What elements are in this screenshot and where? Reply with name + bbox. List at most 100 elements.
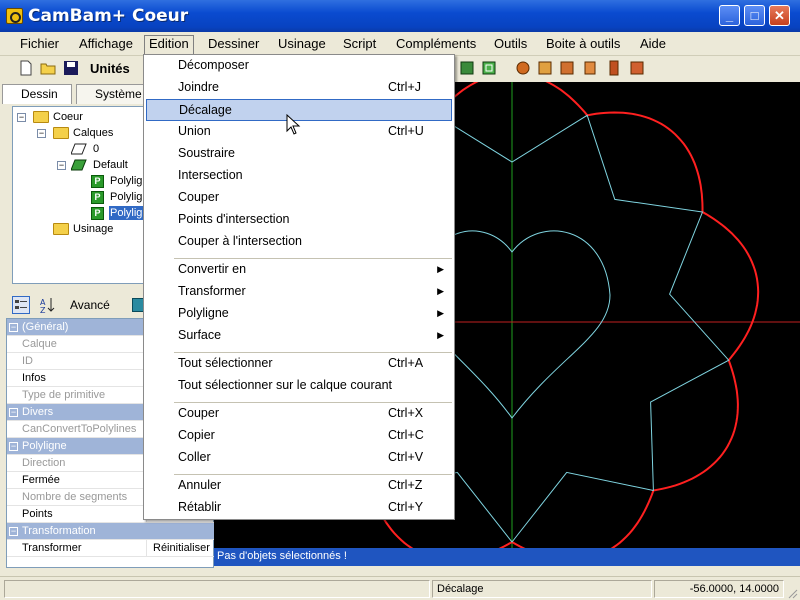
- tab-dessin[interactable]: Dessin: [2, 84, 72, 104]
- menu-item-label: Points d'intersection: [178, 212, 290, 226]
- collapse-category-icon[interactable]: −: [9, 527, 18, 536]
- menu-boite-a-outils[interactable]: Boite à outils: [542, 36, 624, 54]
- menu-item[interactable]: Annuler Ctrl+Z: [146, 475, 452, 497]
- machining-op-icon-2[interactable]: [537, 60, 553, 76]
- polyline-icon: P: [91, 207, 104, 220]
- tab-dessin-label: Dessin: [21, 87, 58, 101]
- close-button[interactable]: ✕: [769, 5, 790, 26]
- menu-item[interactable]: Transformer ▶: [146, 281, 452, 303]
- menu-item-label: Union: [178, 124, 211, 138]
- property-category[interactable]: − Transformation: [7, 523, 215, 540]
- polyline-icon: P: [91, 191, 104, 204]
- menu-outils[interactable]: Outils: [490, 36, 531, 54]
- tree-node-calques[interactable]: Calques: [73, 126, 113, 140]
- menu-fichier[interactable]: Fichier: [16, 36, 63, 54]
- collapse-category-icon[interactable]: −: [9, 442, 18, 451]
- menu-aide[interactable]: Aide: [636, 36, 670, 54]
- maximize-button[interactable]: □: [744, 5, 765, 26]
- menu-item-label: Convertir en: [178, 262, 247, 276]
- menu-item-shortcut: Ctrl+V: [388, 450, 424, 464]
- menu-usinage[interactable]: Usinage: [274, 36, 330, 54]
- menu-affichage[interactable]: Affichage: [75, 36, 137, 54]
- property-name: Type de primitive: [21, 387, 147, 404]
- menu-item-label: Surface: [178, 328, 222, 342]
- units-label[interactable]: Unités: [90, 61, 130, 76]
- menu-item-label: Intersection: [178, 168, 243, 182]
- tree-node-layer-0[interactable]: 0: [93, 142, 99, 156]
- menu-item[interactable]: Tout sélectionner sur le calque courant: [146, 375, 452, 397]
- menu-item[interactable]: Soustraire: [146, 143, 452, 165]
- window-title: CamBam+ Coeur: [28, 6, 189, 26]
- menu-item[interactable]: Convertir en ▶: [146, 259, 452, 281]
- menu-item-label: Tout sélectionner sur le calque courant: [178, 378, 393, 392]
- menu-item[interactable]: Points d'intersection: [146, 209, 452, 231]
- menu-item[interactable]: Décomposer: [146, 55, 452, 77]
- cambam-app-icon[interactable]: [6, 8, 23, 24]
- tree-node-polyline-selected[interactable]: Polylig: [109, 206, 144, 220]
- property-name: CanConvertToPolylines: [21, 421, 147, 438]
- advanced-button[interactable]: Avancé: [70, 298, 110, 312]
- menu-item[interactable]: Couper à l'intersection: [146, 231, 452, 253]
- menu-item[interactable]: Intersection: [146, 165, 452, 187]
- menu-item-label: Soustraire: [178, 146, 235, 160]
- menu-item[interactable]: Joindre Ctrl+J: [146, 77, 452, 99]
- menu-item[interactable]: Tout sélectionner Ctrl+A: [146, 353, 452, 375]
- collapse-calques-icon[interactable]: −: [37, 129, 46, 138]
- categorized-view-icon[interactable]: [12, 296, 30, 314]
- collapse-root-icon[interactable]: −: [17, 113, 26, 122]
- view-box-icon[interactable]: [459, 60, 475, 76]
- resize-grip-icon[interactable]: [786, 587, 798, 599]
- polyline-icon: P: [91, 175, 104, 188]
- layer-active-icon: [71, 159, 87, 171]
- collapse-default-icon[interactable]: −: [57, 161, 66, 170]
- collapse-category-icon[interactable]: −: [9, 323, 18, 332]
- tree-node-polyline[interactable]: Polylig: [110, 190, 142, 204]
- menu-item[interactable]: Polyligne ▶: [146, 303, 452, 325]
- machining-op-icon-4[interactable]: [582, 60, 598, 76]
- menu-item[interactable]: Copier Ctrl+C: [146, 425, 452, 447]
- menu-item-label: Tout sélectionner: [178, 356, 273, 370]
- machining-op-icon-3[interactable]: [559, 60, 575, 76]
- menu-script[interactable]: Script: [339, 36, 380, 54]
- collapse-category-icon[interactable]: −: [9, 408, 18, 417]
- machining-op-icon-6[interactable]: [629, 60, 645, 76]
- property-name: Infos: [21, 370, 147, 387]
- tree-node-default[interactable]: Default: [93, 158, 128, 172]
- property-name: (Général): [22, 321, 69, 333]
- tree-node-coeur[interactable]: Coeur: [53, 110, 83, 124]
- minimize-button[interactable]: _: [719, 5, 740, 26]
- property-name: Fermée: [21, 472, 147, 489]
- tab-systeme[interactable]: Système: [76, 84, 146, 104]
- machining-op-icon-5[interactable]: [606, 60, 622, 76]
- title-bar: CamBam+ Coeur _ □ ✕: [0, 0, 800, 32]
- save-icon[interactable]: [63, 60, 79, 76]
- layer-icon: [71, 143, 87, 155]
- menu-item[interactable]: Surface ▶: [146, 325, 452, 347]
- tree-node-usinage[interactable]: Usinage: [73, 222, 113, 236]
- menu-item-shortcut: Ctrl+U: [388, 124, 424, 138]
- menu-item[interactable]: Couper: [146, 187, 452, 209]
- property-name: Calque: [21, 336, 147, 353]
- property-name: Polyligne: [22, 440, 67, 452]
- machining-op-icon-1[interactable]: [515, 60, 531, 76]
- property-value[interactable]: Réinitialiser: [153, 540, 215, 556]
- view-3d-icon[interactable]: [481, 60, 497, 76]
- property-name: ID: [21, 353, 147, 370]
- menu-item-shortcut: Ctrl+Y: [388, 500, 424, 514]
- submenu-arrow-icon: ▶: [437, 264, 444, 274]
- open-folder-icon[interactable]: [40, 60, 56, 76]
- menu-item-shortcut: Ctrl+A: [388, 356, 424, 370]
- property-row[interactable]: Transformer Réinitialiser: [7, 540, 215, 557]
- menu-item-label: Joindre: [178, 80, 219, 94]
- menu-complements[interactable]: Compléments: [392, 36, 480, 54]
- new-file-icon[interactable]: [18, 60, 34, 76]
- sort-alphabetical-icon[interactable]: AZ: [38, 296, 56, 314]
- menu-item[interactable]: Coller Ctrl+V: [146, 447, 452, 469]
- mouse-cursor-icon: [286, 114, 301, 135]
- menu-item[interactable]: Couper Ctrl+X: [146, 403, 452, 425]
- submenu-arrow-icon: ▶: [437, 330, 444, 340]
- menu-item[interactable]: Rétablir Ctrl+Y: [146, 497, 452, 519]
- tree-node-polyline[interactable]: Polylig: [110, 174, 142, 188]
- menu-dessiner[interactable]: Dessiner: [204, 36, 263, 54]
- menu-item-label: Copier: [178, 428, 215, 442]
